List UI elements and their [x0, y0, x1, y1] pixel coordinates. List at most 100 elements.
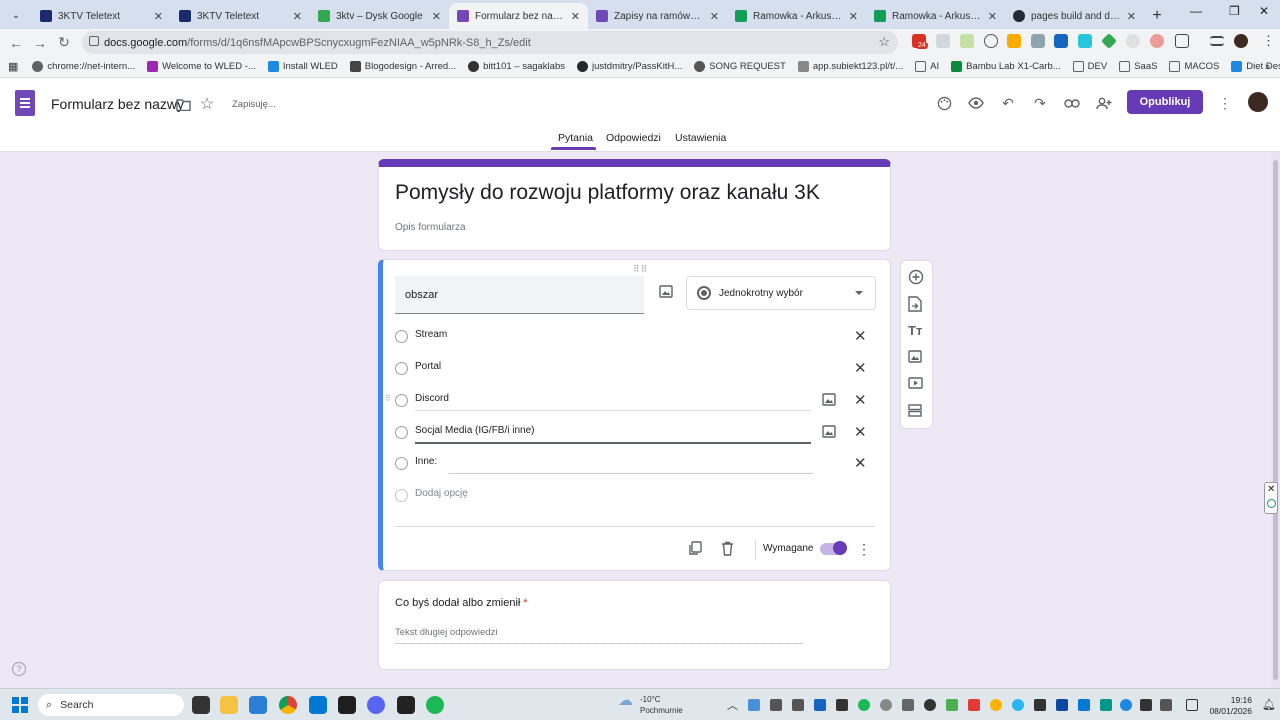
bookmark-item[interactable]: Bambu Lab X1-Carb...	[951, 61, 1061, 72]
option-drag-handle-icon[interactable]: ⠿	[385, 394, 391, 403]
delete-icon[interactable]	[721, 541, 737, 557]
browser-tab[interactable]: 3KTV Teletext ✕	[171, 3, 310, 29]
browser-tab[interactable]: 3KTV Teletext ✕	[32, 3, 171, 29]
extension-icon[interactable]	[984, 34, 998, 48]
extension-icon[interactable]	[1150, 34, 1164, 48]
bookmark-item[interactable]: Blogodesign - Arred...	[349, 61, 456, 72]
browser-tab[interactable]: Zapisy na ramówkę KKK ✕	[588, 3, 727, 29]
reload-icon[interactable]: ↻	[52, 34, 76, 51]
help-icon[interactable]: ?	[12, 662, 26, 676]
required-toggle[interactable]	[820, 541, 847, 555]
discord-icon[interactable]	[367, 696, 385, 714]
close-icon[interactable]: ✕	[849, 10, 858, 23]
more-options-icon[interactable]: ⋮	[857, 541, 871, 558]
extension-icon[interactable]	[1078, 34, 1092, 48]
extension-icon[interactable]	[936, 34, 950, 48]
browser-tab-active[interactable]: Formularz bez nazwy - Fo ✕	[449, 3, 588, 29]
weather-widget[interactable]: -10°C Pochmurnie	[618, 694, 683, 716]
form-title[interactable]: Pomysły do rozwoju platformy oraz kanału…	[395, 181, 820, 205]
file-explorer-icon[interactable]	[220, 696, 238, 714]
bookmark-folder[interactable]: AI	[915, 61, 939, 72]
tray-app-icon[interactable]	[1012, 699, 1024, 711]
tab-settings[interactable]: Ustawienia	[675, 132, 726, 144]
bluetooth-icon[interactable]	[1120, 699, 1132, 711]
add-video-icon[interactable]	[908, 377, 926, 395]
terminal-icon[interactable]	[338, 696, 356, 714]
widget-icon[interactable]	[1267, 499, 1276, 508]
option-input[interactable]: Stream	[415, 329, 447, 340]
display-icon[interactable]	[1186, 699, 1198, 711]
star-icon[interactable]: ☆	[196, 93, 218, 115]
chrome-icon[interactable]	[279, 696, 297, 714]
option-input[interactable]: Portal	[415, 361, 441, 372]
bookmark-folder[interactable]: SaaS	[1119, 61, 1157, 72]
tray-app-icon[interactable]	[1056, 699, 1068, 711]
tray-app-icon[interactable]	[814, 699, 826, 711]
bookmark-star-icon[interactable]: ☆	[878, 34, 890, 50]
tab-search-button[interactable]: ⌄	[4, 4, 28, 26]
avatar[interactable]	[1248, 92, 1268, 112]
tray-app-icon[interactable]	[902, 699, 914, 711]
tray-app-icon[interactable]	[770, 699, 782, 711]
site-info-icon[interactable]	[89, 36, 99, 46]
question-card[interactable]: Co byś dodał albo zmienił * Tekst długie…	[378, 580, 891, 670]
back-icon[interactable]: ←	[4, 35, 28, 51]
option-input[interactable]: Discord	[415, 393, 449, 404]
bookmark-item[interactable]: justdmitry/PassKitH...	[577, 61, 682, 72]
add-section-icon[interactable]	[908, 404, 926, 422]
remove-option-icon[interactable]: ✕	[854, 391, 867, 409]
add-title-text-icon[interactable]: Tт	[908, 323, 926, 341]
browser-menu-icon[interactable]: ⋮	[1262, 33, 1275, 49]
tab-questions[interactable]: Pytania	[558, 132, 593, 144]
tray-app-icon[interactable]	[858, 699, 870, 711]
bookmark-item[interactable]: Welcome to WLED -...	[147, 61, 256, 72]
remove-option-icon[interactable]: ✕	[854, 359, 867, 377]
bookmark-folder[interactable]: DEV	[1072, 61, 1107, 72]
preview-eye-icon[interactable]	[965, 92, 987, 114]
task-view-icon[interactable]	[192, 696, 210, 714]
undo-icon[interactable]: ↶	[997, 92, 1019, 114]
extension-icon[interactable]	[1126, 34, 1140, 48]
url-input[interactable]: docs.google.com/forms/d/1q6nsfMApcwBPScn…	[82, 31, 898, 54]
profile-avatar[interactable]	[1234, 34, 1248, 48]
bookmark-folder[interactable]: MACOS	[1169, 61, 1219, 72]
duplicate-icon[interactable]	[688, 541, 704, 557]
add-image-icon[interactable]	[659, 285, 675, 301]
remove-option-icon[interactable]: ✕	[854, 423, 867, 441]
restore-button[interactable]: ❐	[1229, 4, 1240, 18]
more-vert-icon[interactable]: ⋮	[1214, 92, 1236, 114]
link-icon[interactable]	[1061, 92, 1083, 114]
all-bookmarks-chevron[interactable]: »	[1265, 61, 1270, 72]
browser-tab[interactable]: Ramowka - Arkusze Goo ✕	[866, 3, 1005, 29]
tray-app-icon[interactable]	[968, 699, 980, 711]
minimize-button[interactable]: —	[1190, 4, 1202, 18]
close-icon[interactable]: ✕	[293, 10, 302, 23]
bookmark-item[interactable]: bitt101 – sagaklabs	[468, 61, 565, 72]
forward-icon[interactable]: →	[28, 35, 52, 51]
volume-icon[interactable]	[1140, 699, 1152, 711]
close-icon[interactable]: ✕	[1267, 484, 1275, 495]
add-image-icon[interactable]	[822, 393, 836, 406]
question-type-dropdown[interactable]: Jednokrotny wybór	[686, 276, 876, 310]
new-tab-button[interactable]: +	[1144, 3, 1170, 29]
redo-icon[interactable]: ↷	[1029, 92, 1051, 114]
close-icon[interactable]: ✕	[571, 10, 580, 23]
apps-grid-icon[interactable]: ▦	[8, 60, 18, 73]
tray-app-icon[interactable]	[1078, 699, 1090, 711]
remove-option-icon[interactable]: ✕	[854, 327, 867, 345]
side-panel-widget[interactable]: ✕	[1264, 482, 1278, 514]
reading-list-icon[interactable]	[1210, 36, 1224, 46]
form-description-input[interactable]: Opis formularza	[395, 222, 466, 233]
browser-tab[interactable]: Ramowka - Arkusze Goo ✕	[727, 3, 866, 29]
store-icon[interactable]	[249, 696, 267, 714]
add-image-icon[interactable]	[908, 350, 926, 368]
palette-icon[interactable]	[933, 92, 955, 114]
ndi-icon[interactable]	[397, 696, 415, 714]
question-title-input[interactable]: obszar	[395, 276, 644, 314]
bookmark-item[interactable]: Install WLED	[267, 61, 338, 72]
close-icon[interactable]: ✕	[710, 10, 719, 23]
add-collaborator-icon[interactable]	[1093, 92, 1115, 114]
browser-tab[interactable]: 3ktv – Dysk Google ✕	[310, 3, 449, 29]
tray-app-icon[interactable]	[836, 699, 848, 711]
form-name[interactable]: Formularz bez nazwy	[51, 96, 184, 112]
